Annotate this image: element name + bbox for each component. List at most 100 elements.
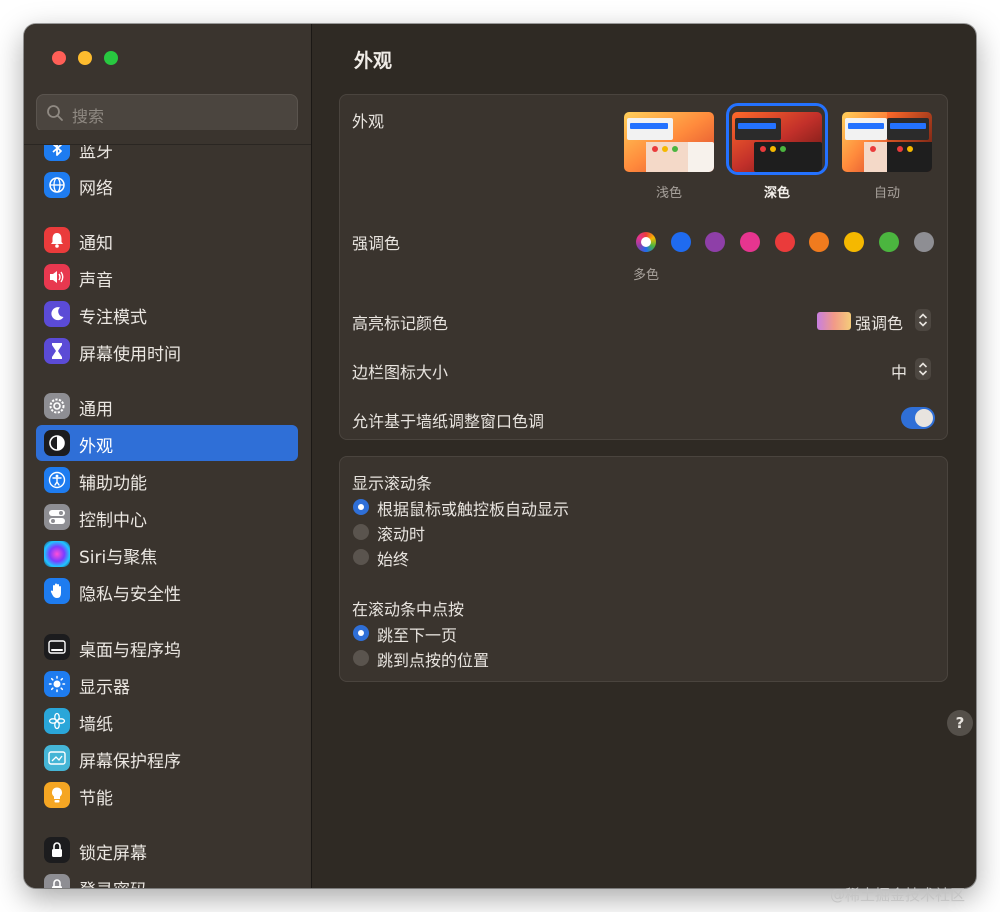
appearance-auto-thumbnail[interactable] — [842, 112, 932, 172]
sidebar-item-label: 专注模式 — [79, 308, 147, 328]
sidebar-item-label: 通知 — [79, 234, 113, 254]
scroll-clip — [24, 130, 311, 145]
wallpaper-tinting-label: 允许基于墙纸调整窗口色调 — [352, 412, 545, 431]
accent-purple-swatch[interactable] — [705, 232, 725, 252]
accent-color-label: 强调色 — [352, 234, 401, 253]
sidebar-item-appearance[interactable]: 外观 — [36, 425, 298, 461]
sidebar: 搜索 蓝牙 网络 通知 声音 专注模式 屏幕使用时间 通用 外观 辅助功能 控制… — [24, 24, 312, 888]
sidebar-item-notifications[interactable]: 通知 — [36, 222, 298, 258]
sidebar-item-accessibility[interactable]: 辅助功能 — [36, 462, 298, 498]
scrollbar-always-label[interactable]: 始终 — [377, 546, 409, 570]
zoom-button[interactable] — [104, 51, 118, 65]
sidebar-item-screen-time[interactable]: 屏幕使用时间 — [36, 333, 298, 369]
sidebar-icon-size-stepper[interactable] — [915, 358, 931, 380]
accent-green-swatch[interactable] — [879, 232, 899, 252]
sidebar-item-label: 通用 — [79, 400, 113, 420]
sidebar-item-screen-saver[interactable]: 屏幕保护程序 — [36, 740, 298, 776]
password-icon — [44, 874, 70, 888]
accent-red-swatch[interactable] — [775, 232, 795, 252]
sidebar-icon-size-value[interactable]: 中 — [891, 359, 907, 383]
appearance-option-dark[interactable]: 深色 — [732, 182, 822, 201]
toggle-knob — [915, 409, 933, 427]
jump-next-page-radio[interactable] — [353, 625, 369, 641]
scrollbar-always-radio[interactable] — [353, 549, 369, 565]
wallpaper-tinting-toggle[interactable] — [901, 407, 935, 429]
dock-icon — [44, 634, 70, 660]
highlight-color-swatch — [817, 312, 851, 330]
sidebar-item-displays[interactable]: 显示器 — [36, 666, 298, 702]
speaker-icon — [44, 264, 70, 290]
moon-icon — [44, 301, 70, 327]
sidebar-item-label: 桌面与程序坞 — [79, 641, 181, 661]
sidebar-item-lock-screen[interactable]: 锁定屏幕 — [36, 832, 298, 868]
jump-to-spot-radio[interactable] — [353, 650, 369, 666]
watermark: @稀土掘金技术社区 — [830, 886, 966, 904]
sidebar-item-label: 锁定屏幕 — [79, 844, 147, 864]
scrollbar-auto-radio[interactable] — [353, 499, 369, 515]
sidebar-item-focus[interactable]: 专注模式 — [36, 296, 298, 332]
screensaver-icon — [44, 745, 70, 771]
flower-icon — [44, 708, 70, 734]
sidebar-item-label: Siri与聚焦 — [79, 548, 158, 568]
accent-multicolor-swatch[interactable] — [636, 232, 656, 252]
search-separator-line — [24, 144, 311, 145]
search-field[interactable]: 搜索 — [36, 94, 298, 132]
sidebar-item-label: 辅助功能 — [79, 474, 147, 494]
scrollbar-panel: 显示滚动条 根据鼠标或触控板自动显示 滚动时 始终 在滚动条中点按 跳至下一页 … — [339, 456, 948, 682]
sidebar-item-wallpaper[interactable]: 墙纸 — [36, 703, 298, 739]
sidebar-item-control-center[interactable]: 控制中心 — [36, 499, 298, 535]
close-button[interactable] — [52, 51, 66, 65]
sidebar-item-label: 登录密码 — [79, 876, 147, 888]
sidebar-item-label: 屏幕使用时间 — [79, 345, 181, 365]
sidebar-item-label: 外观 — [79, 437, 113, 457]
sidebar-item-label: 网络 — [79, 179, 113, 199]
sun-icon — [44, 671, 70, 697]
accent-selected-caption: 多色 — [632, 268, 659, 283]
highlight-stepper[interactable] — [915, 309, 931, 331]
chevron-updown-icon — [918, 313, 928, 327]
sidebar-item-label: 声音 — [79, 271, 113, 291]
highlight-color-value[interactable]: 强调色 — [855, 310, 903, 334]
globe-icon — [44, 172, 70, 198]
sidebar-item-general[interactable]: 通用 — [36, 388, 298, 424]
sidebar-item-privacy-security[interactable]: 隐私与安全性 — [36, 573, 298, 609]
sidebar-item-label: 显示器 — [79, 678, 130, 698]
sidebar-item-desktop-dock[interactable]: 桌面与程序坞 — [36, 629, 298, 665]
accessibility-icon — [44, 467, 70, 493]
accent-pink-swatch[interactable] — [740, 232, 760, 252]
sidebar-item-label: 控制中心 — [79, 511, 147, 531]
sidebar-item-login-password[interactable]: 登录密码 — [36, 869, 298, 888]
bell-icon — [44, 227, 70, 253]
appearance-option-light[interactable]: 浅色 — [624, 182, 714, 201]
search-placeholder: 搜索 — [72, 107, 105, 126]
sidebar-icon-size-label: 边栏图标大小 — [352, 363, 449, 382]
sidebar-item-sound[interactable]: 声音 — [36, 259, 298, 295]
scrollbar-when-scrolling-label[interactable]: 滚动时 — [377, 521, 425, 545]
jump-next-page-label[interactable]: 跳至下一页 — [377, 622, 457, 646]
accent-yellow-swatch[interactable] — [844, 232, 864, 252]
sidebar-item-network[interactable]: 网络 — [36, 167, 298, 203]
scrollbar-when-scrolling-radio[interactable] — [353, 524, 369, 540]
toggles-icon — [44, 504, 70, 530]
sidebar-item-label: 节能 — [79, 789, 113, 809]
sidebar-item-label: 隐私与安全性 — [79, 585, 181, 605]
appearance-dark-thumbnail[interactable] — [732, 112, 822, 172]
scrollbar-auto-label[interactable]: 根据鼠标或触控板自动显示 — [377, 496, 569, 520]
appearance-light-thumbnail[interactable] — [624, 112, 714, 172]
accent-orange-swatch[interactable] — [809, 232, 829, 252]
minimize-button[interactable] — [78, 51, 92, 65]
sidebar-item-label: 屏幕保护程序 — [79, 752, 181, 772]
accent-blue-swatch[interactable] — [671, 232, 691, 252]
sidebar-item-energy-saver[interactable]: 节能 — [36, 777, 298, 813]
accent-graphite-swatch[interactable] — [914, 232, 934, 252]
page-title: 外观 — [354, 50, 393, 72]
jump-to-spot-label[interactable]: 跳到点按的位置 — [377, 647, 489, 671]
bulb-icon — [44, 782, 70, 808]
search-icon — [47, 105, 63, 121]
show-scrollbars-label: 显示滚动条 — [352, 474, 433, 493]
appearance-option-auto[interactable]: 自动 — [842, 182, 932, 201]
click-scrollbar-label: 在滚动条中点按 — [352, 600, 465, 619]
help-button[interactable]: ? — [947, 710, 973, 736]
sidebar-item-siri-spotlight[interactable]: Siri与聚焦 — [36, 536, 298, 572]
appearance-panel: 外观 浅色 深色 自动 强调色 多色 高亮标记颜色 强调色 边栏图标大小 中 允… — [339, 94, 948, 440]
